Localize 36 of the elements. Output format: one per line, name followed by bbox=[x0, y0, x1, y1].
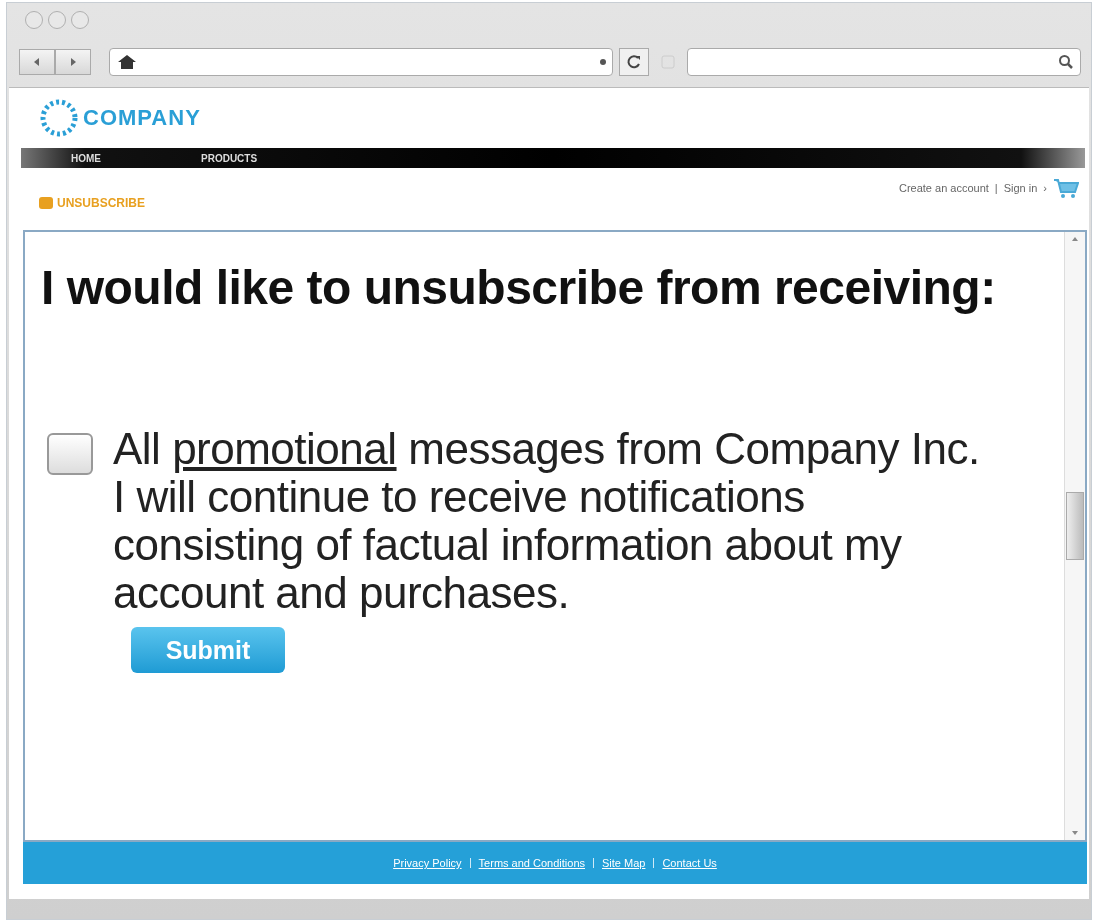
cart-icon[interactable] bbox=[1053, 178, 1079, 198]
forward-button[interactable] bbox=[55, 49, 91, 75]
account-link[interactable]: Sign in bbox=[1003, 182, 1038, 194]
nav-link[interactable]: HOME bbox=[71, 152, 101, 164]
dropdown-icon bbox=[600, 59, 606, 65]
reload-icon bbox=[626, 54, 642, 70]
separator: | bbox=[994, 182, 998, 194]
back-icon bbox=[32, 57, 42, 67]
separator-icon bbox=[469, 858, 471, 868]
bullet-icon bbox=[39, 197, 53, 209]
separator-icon bbox=[593, 858, 594, 868]
nav-link[interactable]: PRODUCTS bbox=[201, 152, 258, 164]
home-icon bbox=[116, 53, 138, 71]
checkbox[interactable] bbox=[47, 433, 93, 475]
separator-icon bbox=[653, 858, 655, 868]
search-field[interactable] bbox=[687, 48, 1081, 76]
scroll-down-icon bbox=[1071, 830, 1079, 836]
address-bar[interactable] bbox=[109, 48, 613, 76]
promotional-link[interactable]: promotional bbox=[172, 424, 397, 473]
logo-icon bbox=[39, 98, 79, 138]
scrollbar[interactable] bbox=[1064, 232, 1085, 840]
scroll-up-icon bbox=[1071, 236, 1079, 242]
account-link[interactable]: Create an account bbox=[898, 182, 989, 194]
option-text: All promotional messages from Company Inc. I will continue to receive notifications consisting of factual information about my account and purchases. bbox=[113, 425, 980, 617]
scroll-thumb[interactable] bbox=[1066, 492, 1084, 560]
forward-icon bbox=[68, 57, 78, 67]
close-button[interactable] bbox=[25, 11, 43, 29]
back-button[interactable] bbox=[19, 49, 55, 75]
separator: › bbox=[1043, 182, 1047, 194]
form-heading: I would like to unsubscribe from receiving: bbox=[41, 260, 997, 315]
search-icon bbox=[1058, 54, 1074, 70]
reload-button[interactable] bbox=[619, 48, 649, 76]
logo-text: COMPANY bbox=[83, 105, 201, 131]
zoom-button[interactable] bbox=[71, 11, 89, 29]
page-label: UNSUBSCRIBE bbox=[57, 196, 145, 210]
minimize-button[interactable] bbox=[48, 11, 66, 29]
